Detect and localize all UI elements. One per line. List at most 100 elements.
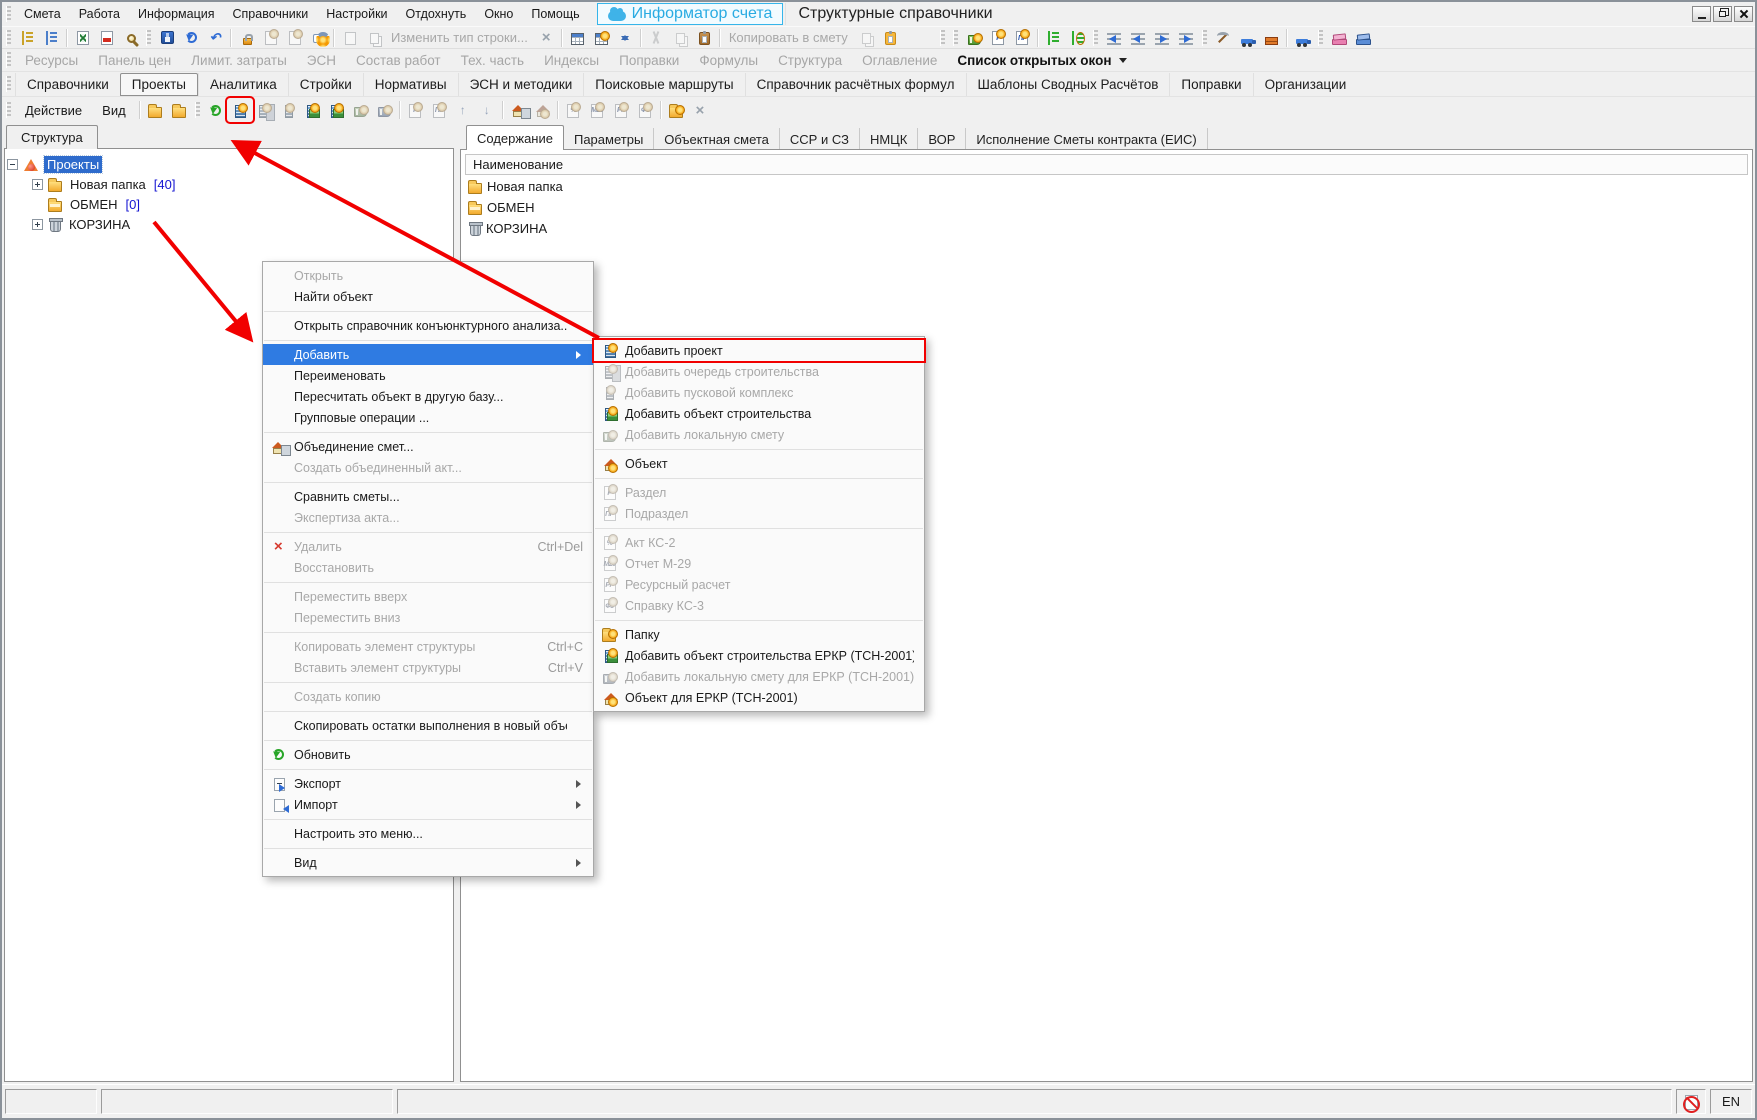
move-up-button[interactable] [451, 99, 475, 121]
menu-item-skopirovat-ostatki[interactable]: Скопировать остатки выполнения в новый о… [263, 715, 593, 736]
submenu-section[interactable]: РРаздел [594, 482, 924, 503]
tab-struktura[interactable]: Структура [768, 53, 852, 68]
tab-indeksy[interactable]: Индексы [534, 53, 609, 68]
tree-delete-button[interactable] [1065, 27, 1089, 49]
toolbar-grip[interactable] [6, 76, 11, 92]
tab-spravochnik-formul[interactable]: Справочник расчётных формул [745, 73, 966, 96]
menu-item-pereimenovat[interactable]: Переименовать [263, 365, 593, 386]
tab-parametry[interactable]: Параметры [564, 128, 654, 150]
paste-button[interactable] [692, 27, 716, 49]
truck-2-button[interactable] [1290, 27, 1314, 49]
toolbar-grip[interactable] [6, 30, 11, 46]
doc-p-button[interactable]: Р [986, 27, 1010, 49]
table-gear-button[interactable] [589, 27, 613, 49]
cut-button[interactable] [644, 27, 668, 49]
books-blue-button[interactable] [1351, 27, 1375, 49]
submenu-add-queue[interactable]: Добавить очередь строительства [594, 361, 924, 382]
toolbar-grip[interactable] [1093, 30, 1098, 46]
submenu-act-ks2[interactable]: %Акт КС-2 [594, 532, 924, 553]
menu-item-sravnit-smety[interactable]: Сравнить сметы... [263, 486, 593, 507]
toolbar-grip[interactable] [940, 30, 945, 46]
book-gear-button[interactable] [962, 27, 986, 49]
folder-minus-button[interactable] [167, 99, 191, 121]
restore-button[interactable] [1713, 6, 1732, 22]
doc-pr-button[interactable]: ПР [1010, 27, 1034, 49]
list-item-new-folder[interactable]: Новая папка [465, 176, 1748, 196]
menu-item-kopirovat-element[interactable]: Копировать элемент структурыCtrl+C [263, 636, 593, 657]
tab-obyektnaya-smeta[interactable]: Объектная смета [654, 128, 780, 150]
tab-popravki-2[interactable]: Поправки [1169, 73, 1252, 96]
tab-popravki[interactable]: Поправки [609, 53, 689, 68]
section-doc-button[interactable]: Р [403, 99, 427, 121]
tab-nmck[interactable]: НМЦК [860, 128, 918, 150]
tab-limit-zatraty[interactable]: Лимит. затраты [181, 53, 297, 68]
toolbar-grip[interactable] [953, 30, 958, 46]
refresh-button[interactable] [179, 27, 203, 49]
save-button[interactable] [155, 27, 179, 49]
menu-item-eksport[interactable]: Экспорт [263, 773, 593, 794]
menu-item-obyedinenie-smet[interactable]: Объединение смет... [263, 436, 593, 457]
close-panel-button[interactable] [688, 99, 712, 121]
excel-export-button[interactable] [70, 27, 94, 49]
tab-resursy[interactable]: Ресурсы [15, 53, 88, 68]
add-folder-button[interactable] [664, 99, 688, 121]
menu-item-vid[interactable]: Вид [263, 852, 593, 873]
clear-button[interactable] [534, 27, 558, 49]
add-launch-complex-button[interactable] [276, 99, 300, 121]
tree-item-korzina[interactable]: КОРЗИНА [7, 214, 451, 234]
toolbar-grip[interactable] [6, 102, 11, 118]
tab-esn-i-metodiki[interactable]: ЭСН и методики [458, 73, 584, 96]
submenu-object-tsn[interactable]: Объект для ЕРКР (ТСН-2001) [594, 687, 924, 708]
menu-rabota[interactable]: Работа [70, 7, 129, 21]
tab-soderzhanie[interactable]: Содержание [466, 125, 564, 150]
submenu-add-construction-object-tsn[interactable]: Добавить объект строительства ЕРКР (ТСН-… [594, 645, 924, 666]
menu-item-sozdat-obyedinenny-akt[interactable]: Создать объединенный акт... [263, 457, 593, 478]
tab-normativy[interactable]: Нормативы [363, 73, 458, 96]
copy-row-button[interactable] [361, 27, 385, 49]
add-local-estimate-button[interactable] [348, 99, 372, 121]
language-indicator[interactable]: EN [1710, 1089, 1752, 1114]
menu-nastroyki[interactable]: Настройки [317, 7, 396, 21]
window-tab-informator[interactable]: Информатор счета [597, 3, 784, 25]
menu-item-nastroit-menu[interactable]: Настроить это меню... [263, 823, 593, 844]
tab-oglavlenie[interactable]: Оглавление [852, 53, 947, 68]
act-ks2-button[interactable]: % [561, 99, 585, 121]
menu-pomosch[interactable]: Помощь [522, 7, 588, 21]
table-button[interactable] [565, 27, 589, 49]
row-type-button[interactable] [258, 27, 282, 49]
submenu-resource-calc[interactable]: РРРесурсный расчет [594, 574, 924, 595]
submenu-subsection[interactable]: ПРПодраздел [594, 503, 924, 524]
menu-item-vosstanovit[interactable]: Восстановить [263, 557, 593, 578]
sort-button[interactable] [613, 27, 637, 49]
submenu-add-local-estimate-tsn[interactable]: Добавить локальную смету для ЕРКР (ТСН-2… [594, 666, 924, 687]
tab-esn[interactable]: ЭСН [297, 53, 346, 68]
menu-item-peremestit-vniz[interactable]: Переместить вниз [263, 607, 593, 628]
bricks-button[interactable] [1259, 27, 1283, 49]
submenu-add-local-estimate[interactable]: Добавить локальную смету [594, 424, 924, 445]
tab-vor[interactable]: ВОР [918, 128, 966, 150]
tree-item-obmen[interactable]: ОБМЕН [0] [7, 194, 451, 214]
collapse-structure-button[interactable] [15, 27, 39, 49]
menu-deystvie[interactable]: Действие [15, 103, 92, 118]
menu-item-ekspertiza-akta[interactable]: Экспертиза акта... [263, 507, 593, 528]
list-item-korzina[interactable]: КОРЗИНА [465, 218, 1748, 238]
menu-item-peremestit-vverh[interactable]: Переместить вверх [263, 586, 593, 607]
tab-sostav-rabot[interactable]: Состав работ [346, 53, 451, 68]
unlock-button[interactable] [234, 27, 258, 49]
print-preview-button[interactable] [337, 27, 361, 49]
tab-analitika[interactable]: Аналитика [198, 73, 288, 96]
submenu-spravka-ks3[interactable]: Ф3Справку КС-3 [594, 595, 924, 616]
add-local-estimate-tsn-button[interactable] [372, 99, 396, 121]
object-button[interactable] [530, 99, 554, 121]
submenu-add-launch-complex[interactable]: Добавить пусковой комплекс [594, 382, 924, 403]
toolbar-grip[interactable] [6, 6, 11, 22]
add-project-toolbar-button[interactable] [228, 99, 252, 121]
copy-sheet-button[interactable] [854, 27, 878, 49]
indent-left-button[interactable] [1102, 27, 1126, 49]
resource-calc-button[interactable]: РР [609, 99, 633, 121]
undo-button[interactable] [203, 27, 227, 49]
add-construction-object-button[interactable] [300, 99, 324, 121]
indent-right-2-button[interactable] [1174, 27, 1198, 49]
add-queue-button[interactable] [252, 99, 276, 121]
tab-teh-chast[interactable]: Тех. часть [451, 53, 534, 68]
